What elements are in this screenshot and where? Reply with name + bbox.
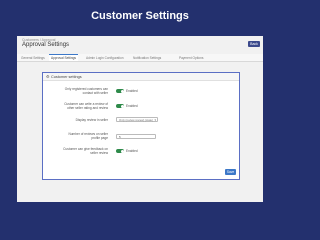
toggle-status: Enabled bbox=[126, 89, 138, 93]
select-value: Only (review review) (state) bbox=[119, 118, 154, 122]
card-title: Customer settings bbox=[51, 74, 82, 79]
toggle-status: Enabled bbox=[126, 149, 138, 153]
tab-bar: General Settings Approval Settings Admin… bbox=[17, 54, 263, 62]
tab-payment-options[interactable]: Payment Options bbox=[177, 55, 205, 61]
setting-label: Customer can give feedback on seller rev… bbox=[63, 147, 108, 155]
card-header: ⚙ Customer settings bbox=[43, 73, 239, 81]
display-review-select[interactable]: Only (review review) (state) ▾ bbox=[116, 117, 158, 122]
page-title: Approval Settings bbox=[22, 42, 70, 48]
registered-contact-toggle[interactable] bbox=[116, 89, 124, 93]
gear-icon: ⚙ bbox=[46, 73, 50, 79]
tab-general-settings[interactable]: General Settings bbox=[19, 55, 47, 61]
customer-settings-card: ⚙ Customer settings Only registered cust… bbox=[42, 72, 240, 180]
tab-notification-settings[interactable]: Notification Settings bbox=[131, 55, 163, 61]
setting-label: Display review in seller bbox=[75, 118, 108, 122]
review-toggle[interactable] bbox=[116, 104, 124, 108]
feedback-toggle[interactable] bbox=[116, 149, 124, 153]
setting-label: Number of reviews on seller profile page bbox=[68, 132, 108, 140]
toggle-status: Enabled bbox=[126, 104, 138, 108]
chevron-down-icon: ▾ bbox=[154, 118, 156, 122]
tab-admin-login-configuration[interactable]: Admin Login Configuration bbox=[84, 55, 126, 61]
review-count-input[interactable]: 5 bbox=[116, 134, 156, 139]
tab-approval-settings[interactable]: Approval Settings bbox=[49, 54, 78, 61]
banner-title: Customer Settings bbox=[91, 10, 189, 22]
back-button[interactable]: Back bbox=[248, 41, 260, 47]
save-button[interactable]: Save bbox=[225, 169, 236, 175]
setting-label: Only registered customers can contact wi… bbox=[64, 87, 108, 95]
setting-label: Customer can write a review of other sel… bbox=[64, 102, 108, 110]
